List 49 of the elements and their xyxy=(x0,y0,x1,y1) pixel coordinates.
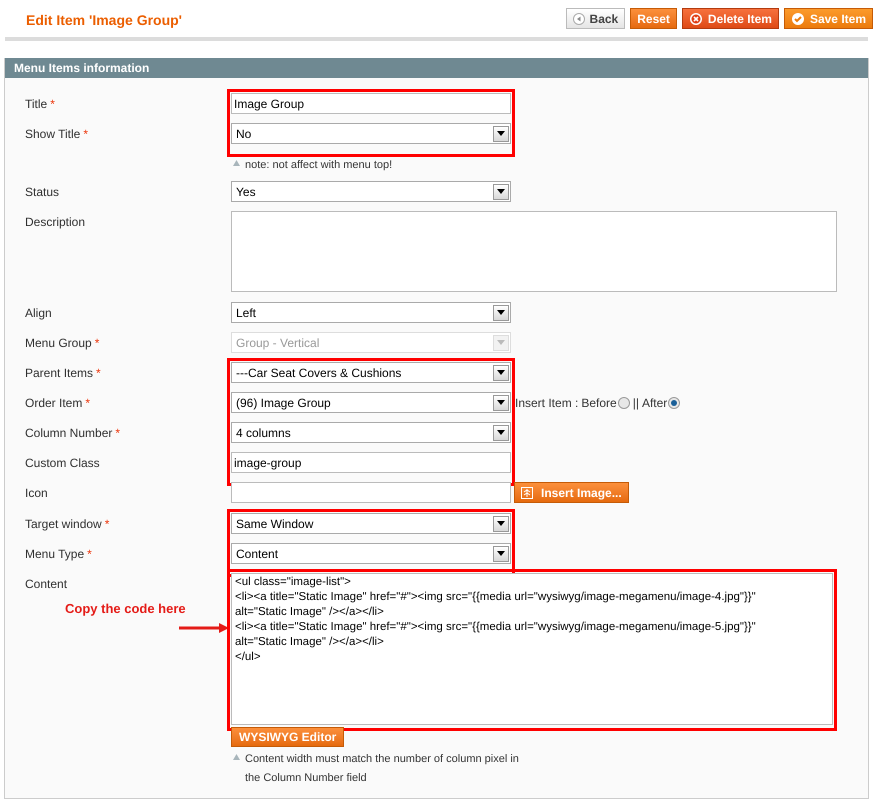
required-mark: * xyxy=(85,394,90,412)
required-mark: * xyxy=(50,96,55,112)
field-label: Icon xyxy=(25,484,48,502)
required-mark: * xyxy=(83,126,88,142)
panel-header: Menu Items information xyxy=(5,58,868,78)
required-mark: * xyxy=(96,364,101,382)
back-button[interactable]: Back xyxy=(566,8,626,29)
text-field[interactable]: Image Group xyxy=(231,93,511,114)
field-label: Description xyxy=(25,214,86,230)
code-line: </ul> xyxy=(235,650,262,665)
select-field[interactable]: No xyxy=(231,123,511,144)
select-field[interactable]: Content xyxy=(231,543,511,564)
field-label: Title xyxy=(25,96,48,112)
field-label: Show Title xyxy=(25,126,80,142)
code-line: alt="Static Image" /></a></li> xyxy=(235,605,385,620)
field-label: Content xyxy=(25,576,68,592)
required-mark: * xyxy=(87,546,92,562)
radio-label: After xyxy=(642,394,668,412)
code-line: <li><a title="Static Image" href="#"><img src="{{media url="wysiwyg/image-megamenu/image-4.jpg"}}" xyxy=(235,590,757,605)
select-field[interactable]: ---Car Seat Covers & Cushions xyxy=(231,362,511,383)
field-label: Menu Group xyxy=(25,334,92,352)
page-title: Edit Item 'Image Group' xyxy=(26,11,182,30)
field-label: Custom Class xyxy=(25,454,100,472)
separator-text: || xyxy=(632,394,639,412)
field-label: Parent Items xyxy=(25,364,94,382)
field-label: Status xyxy=(25,184,60,200)
field-label: Target window xyxy=(25,516,102,532)
text-field[interactable]: image-group xyxy=(231,452,511,473)
code-line: <ul class="image-list"> xyxy=(235,575,352,590)
select-field[interactable]: Yes xyxy=(231,181,511,202)
required-mark: * xyxy=(115,424,120,442)
field-note: note: not affect with menu top! xyxy=(245,158,392,173)
radio-label: Before xyxy=(581,394,617,412)
insert-item-label: Insert Item : xyxy=(515,394,578,412)
field-label: Column Number xyxy=(25,424,112,442)
select-field[interactable]: (96) Image Group xyxy=(231,392,511,413)
field-note: Content width must match the number of column pixel in the Column Number field xyxy=(245,752,519,786)
field-label: Align xyxy=(25,304,52,322)
required-mark: * xyxy=(94,334,100,352)
select-field[interactable]: Same Window xyxy=(231,513,511,534)
code-line: <li><a title="Static Image" href="#"><img src="{{media url="wysiwyg/image-megamenu/image-5.jpg"}}" xyxy=(235,620,757,635)
required-mark: * xyxy=(104,516,110,532)
delete-button[interactable]: Delete Item xyxy=(682,8,779,29)
annotation-text: Copy the code here xyxy=(65,600,186,618)
field-label: Menu Type xyxy=(25,546,84,562)
field-label: Order Item xyxy=(25,394,82,412)
select-field[interactable]: Left xyxy=(231,302,511,323)
code-line: alt="Static Image" /></a></li> xyxy=(235,635,385,650)
select-field[interactable]: 4 columns xyxy=(231,422,511,443)
